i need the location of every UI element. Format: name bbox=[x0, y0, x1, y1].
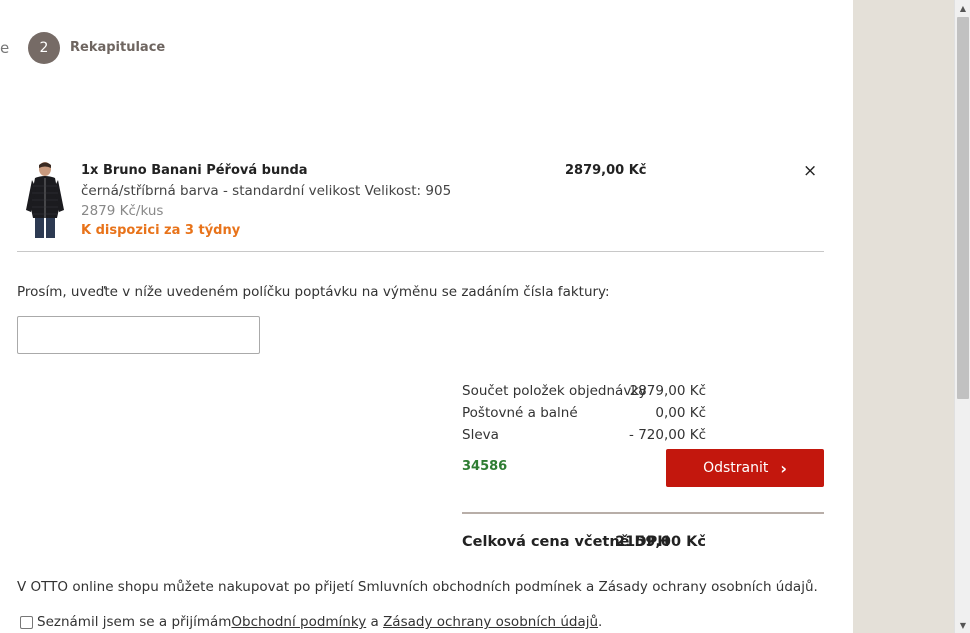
summary-label-subtotal: Součet položek objednávky bbox=[462, 383, 647, 399]
product-price: 2879,00 Kč bbox=[565, 163, 647, 178]
exchange-prompt: Prosím, uveďte v níže uvedeném políčku p… bbox=[17, 284, 610, 300]
terms-consent-suffix: . bbox=[598, 614, 603, 630]
product-availability: K dispozici za 3 týdny bbox=[81, 223, 241, 238]
terms-note: V OTTO online shopu můžete nakupovat po … bbox=[17, 579, 818, 595]
step-current-label: Rekapitulace bbox=[70, 40, 166, 55]
terms-consent-conjunction: a bbox=[366, 614, 384, 630]
summary-label-shipping: Poštovné a balné bbox=[462, 405, 578, 421]
chevron-right-icon: › bbox=[780, 458, 787, 478]
step-previous-label[interactable]: e bbox=[0, 39, 9, 57]
summary-divider bbox=[462, 512, 824, 514]
side-panel bbox=[853, 0, 954, 633]
terms-consent-prefix: Seznámil jsem se a přijímám bbox=[37, 614, 232, 630]
scroll-up-arrow-icon[interactable]: ▲ bbox=[955, 0, 970, 16]
terms-checkbox[interactable] bbox=[20, 615, 33, 629]
terms-consent-row: Seznámil jsem se a přijímám Obchodní pod… bbox=[20, 614, 602, 630]
total-value: 2159,00 Kč bbox=[615, 534, 706, 550]
product-variant: černá/stříbrná barva - standardní veliko… bbox=[81, 183, 452, 199]
voucher-code: 34586 bbox=[462, 459, 508, 474]
remove-voucher-button[interactable]: Odstranit › bbox=[666, 449, 824, 487]
summary-value-discount: - 720,00 Kč bbox=[629, 427, 706, 443]
summary-value-subtotal: 2879,00 Kč bbox=[629, 383, 706, 399]
scroll-thumb[interactable] bbox=[957, 17, 969, 399]
product-image[interactable] bbox=[22, 160, 66, 238]
divider bbox=[17, 251, 824, 252]
step-number-badge: 2 bbox=[28, 32, 60, 64]
scroll-down-arrow-icon[interactable]: ▼ bbox=[955, 617, 970, 633]
terms-link-conditions[interactable]: Obchodní podmínky bbox=[231, 614, 366, 630]
product-unit-price: 2879 Kč/kus bbox=[81, 203, 164, 219]
close-icon[interactable]: × bbox=[803, 161, 817, 181]
summary-value-shipping: 0,00 Kč bbox=[655, 405, 706, 421]
remove-voucher-label: Odstranit bbox=[703, 460, 769, 476]
summary-label-discount: Sleva bbox=[462, 427, 499, 443]
terms-link-privacy[interactable]: Zásady ochrany osobních údajů bbox=[383, 614, 598, 630]
invoice-number-input[interactable] bbox=[17, 316, 260, 354]
page-scrollbar[interactable]: ▲ ▼ bbox=[954, 0, 970, 633]
product-name[interactable]: 1x Bruno Banani Péřová bunda bbox=[81, 163, 308, 178]
checkout-content: e 2 Rekapitulace 1x Bruno Banani Péřová … bbox=[0, 0, 853, 633]
